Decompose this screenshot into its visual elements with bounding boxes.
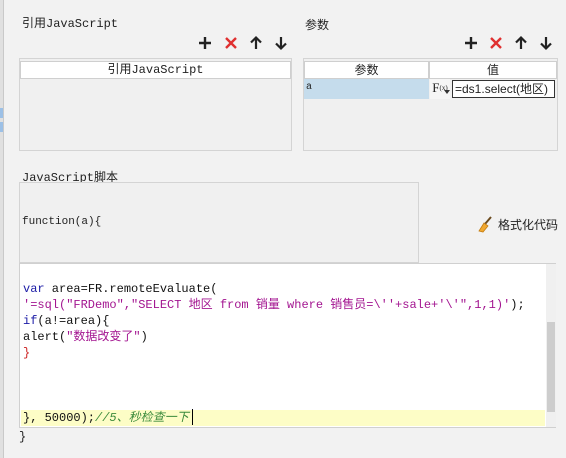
- scrollbar-thumb[interactable]: [547, 322, 555, 412]
- formula-icon: F: [432, 80, 440, 95]
- arrow-down-icon: [275, 37, 287, 51]
- format-code-button[interactable]: 格式化代码: [476, 214, 558, 234]
- function-closing-brace: }: [19, 430, 27, 444]
- params-header-value: 值: [429, 61, 557, 79]
- code-editor[interactable]: var area=FR.remoteEvaluate('=sql("FRDemo…: [19, 263, 556, 428]
- param-move-up-button[interactable]: [512, 34, 530, 52]
- ref-delete-button[interactable]: [222, 34, 240, 52]
- arrow-down-icon: [540, 37, 552, 51]
- arrow-up-icon: [250, 35, 262, 49]
- code-token: var: [23, 282, 45, 296]
- left-strip-marker: [0, 108, 3, 118]
- params-table[interactable]: 参数 值 a F(x) =ds1.select(地区): [303, 58, 558, 151]
- text-cursor: [192, 409, 193, 425]
- params-header-name: 参数: [304, 61, 429, 79]
- format-code-label: 格式化代码: [498, 217, 559, 232]
- code-token: '=sql("FRDemo","SELECT 地区 from 销量 where …: [23, 298, 511, 312]
- code-line: if(a!=area){: [23, 313, 109, 329]
- params-title: 参数: [305, 18, 330, 32]
- code-token: //5、秒检查一下: [95, 411, 189, 425]
- code-line: }: [23, 345, 30, 361]
- code-line: var area=FR.remoteEvaluate(: [23, 281, 217, 297]
- left-strip-marker: [0, 122, 3, 132]
- param-name-cell[interactable]: a: [304, 79, 429, 99]
- code-token: ): [140, 330, 148, 344]
- plus-icon: [199, 37, 211, 49]
- param-row[interactable]: a F(x) =ds1.select(地区): [304, 79, 557, 99]
- ref-js-column-header: 引用JavaScript: [20, 61, 291, 79]
- ref-add-button[interactable]: [196, 34, 214, 52]
- param-move-down-button[interactable]: [537, 34, 555, 52]
- code-token: }: [23, 346, 31, 360]
- ref-move-up-button[interactable]: [247, 34, 265, 52]
- code-token: }, 50000);: [23, 411, 96, 425]
- left-edge-strip: [0, 0, 4, 458]
- function-signature-panel: function(a){: [19, 182, 419, 263]
- formula-dropdown-icon[interactable]: [444, 90, 450, 94]
- code-token: );: [510, 298, 525, 312]
- plus-icon: [465, 37, 477, 49]
- function-signature: function(a){: [22, 216, 102, 228]
- code-token: area=FR.remoteEvaluate(: [44, 282, 218, 296]
- param-value-field[interactable]: =ds1.select(地区): [452, 80, 555, 98]
- code-token: if: [23, 314, 38, 328]
- ref-move-down-button[interactable]: [272, 34, 290, 52]
- broom-icon: [478, 216, 492, 233]
- code-line: }, 50000);//5、秒检查一下: [23, 410, 189, 426]
- formula-button[interactable]: F(x): [430, 79, 450, 99]
- arrow-up-icon: [515, 35, 527, 49]
- param-add-button[interactable]: [462, 34, 480, 52]
- close-icon: [490, 37, 502, 49]
- ref-js-title: 引用JavaScript: [22, 17, 119, 31]
- code-token: alert(: [23, 330, 67, 344]
- code-line: alert("数据改变了"): [23, 329, 148, 345]
- ref-js-table[interactable]: 引用JavaScript: [19, 58, 292, 151]
- param-delete-button[interactable]: [487, 34, 505, 52]
- code-token: "数据改变了": [66, 330, 141, 344]
- close-icon: [225, 37, 237, 49]
- code-token: (a!=area){: [37, 314, 110, 328]
- vertical-scrollbar[interactable]: [546, 264, 556, 427]
- code-line: '=sql("FRDemo","SELECT 地区 from 销量 where …: [23, 297, 525, 313]
